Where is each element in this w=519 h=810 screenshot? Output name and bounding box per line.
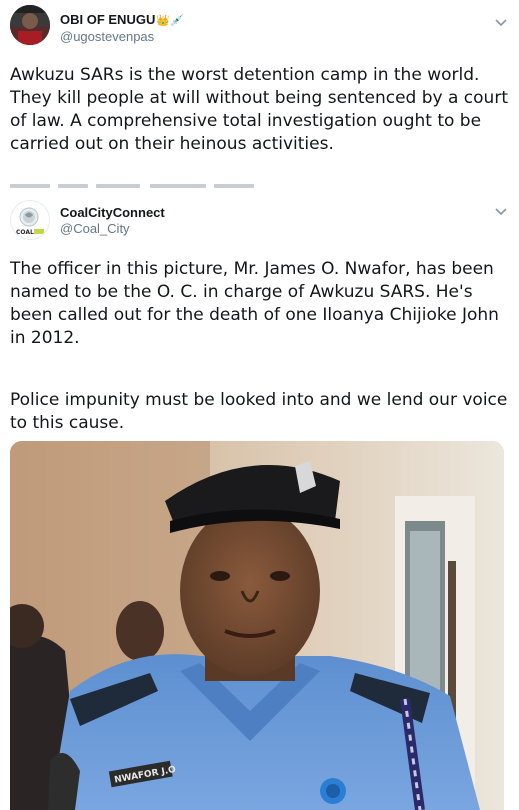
- user-handle[interactable]: @ugostevenpas: [60, 29, 154, 44]
- display-name[interactable]: CoalCityConnect: [60, 205, 165, 220]
- tweet-text-paragraph-1: The officer in this picture, Mr. James O…: [10, 259, 499, 348]
- chevron-down-icon[interactable]: [493, 204, 509, 218]
- tweet-text-paragraph-2: Police impunity must be looked into and …: [10, 390, 508, 433]
- chevron-down-icon[interactable]: [493, 15, 509, 29]
- tweet-photo[interactable]: NWAFOR J.O: [10, 441, 504, 810]
- avatar[interactable]: COAL: [10, 200, 50, 240]
- tweet-meta-strip: [10, 183, 260, 189]
- display-name[interactable]: OBI OF ENUGU👑💉: [60, 12, 184, 27]
- tweet-retweeter: OBI OF ENUGU👑💉 @ugostevenpas Awkuzu SARs…: [0, 0, 519, 190]
- police-officer-photo: NWAFOR J.O: [10, 441, 504, 810]
- tweet-text: Awkuzu SARs is the worst detention camp …: [10, 65, 508, 154]
- avatar[interactable]: [10, 5, 50, 45]
- name-emojis: 👑💉: [156, 15, 184, 27]
- avatar-logo-text: COAL: [16, 229, 34, 236]
- display-name-text: OBI OF ENUGU: [60, 12, 156, 27]
- user-handle[interactable]: @Coal_City: [60, 221, 130, 236]
